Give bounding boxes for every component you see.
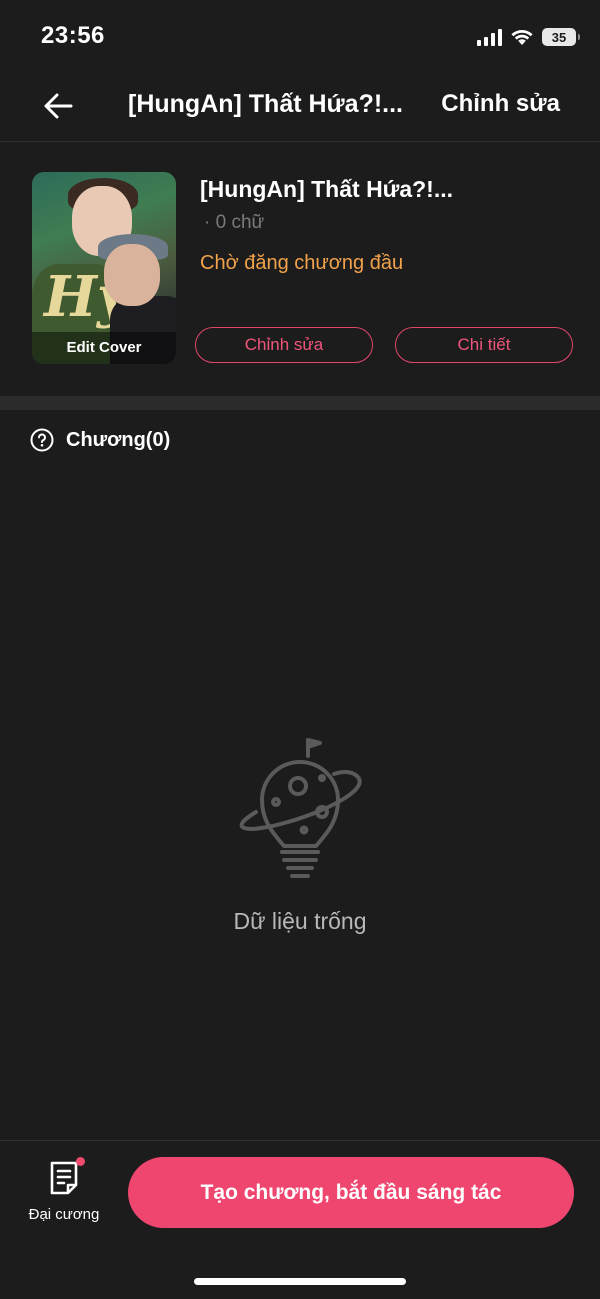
edit-cover-label[interactable]: Edit Cover [32, 332, 176, 364]
notification-dot [76, 1157, 85, 1166]
section-divider [0, 396, 600, 410]
status-time: 23:56 [41, 22, 105, 49]
outline-button[interactable]: Đại cương [22, 1157, 106, 1230]
lightbulb-planet-icon [239, 738, 362, 878]
wifi-icon [511, 30, 533, 45]
home-indicator [194, 1278, 406, 1285]
outline-label: Đại cương [28, 1206, 100, 1223]
edit-book-button[interactable]: Chỉnh sửa [195, 327, 373, 363]
nav-edit-button[interactable]: Chỉnh sửa [441, 90, 560, 118]
arrow-left-icon [44, 93, 73, 119]
book-title: [HungAn] Thất Hứa?!... [200, 176, 453, 202]
help-icon[interactable] [30, 428, 54, 452]
status-icons: 35 [477, 24, 580, 50]
book-cover[interactable]: Hy Edit Cover [32, 172, 176, 364]
signal-icon [477, 28, 502, 46]
create-chapter-button[interactable]: Tạo chương, bắt đầu sáng tác [128, 1157, 574, 1228]
book-detail-button[interactable]: Chi tiết [395, 327, 573, 363]
book-status: Chờ đăng chương đầu [200, 252, 404, 274]
chapters-label: Chương(0) [66, 428, 171, 451]
empty-state-text: Dữ liệu trống [233, 908, 367, 934]
battery-level: 35 [551, 29, 567, 45]
bottom-divider [0, 1140, 600, 1141]
document-icon [47, 1157, 85, 1196]
nav-divider [0, 141, 600, 142]
battery-icon: 35 [542, 28, 580, 46]
chapters-header: Chương(0) [30, 428, 170, 452]
page-title: [HungAn] Thất Hứa?!... [128, 90, 403, 118]
word-count: · 0 chữ [204, 212, 265, 233]
back-button[interactable] [38, 88, 78, 124]
